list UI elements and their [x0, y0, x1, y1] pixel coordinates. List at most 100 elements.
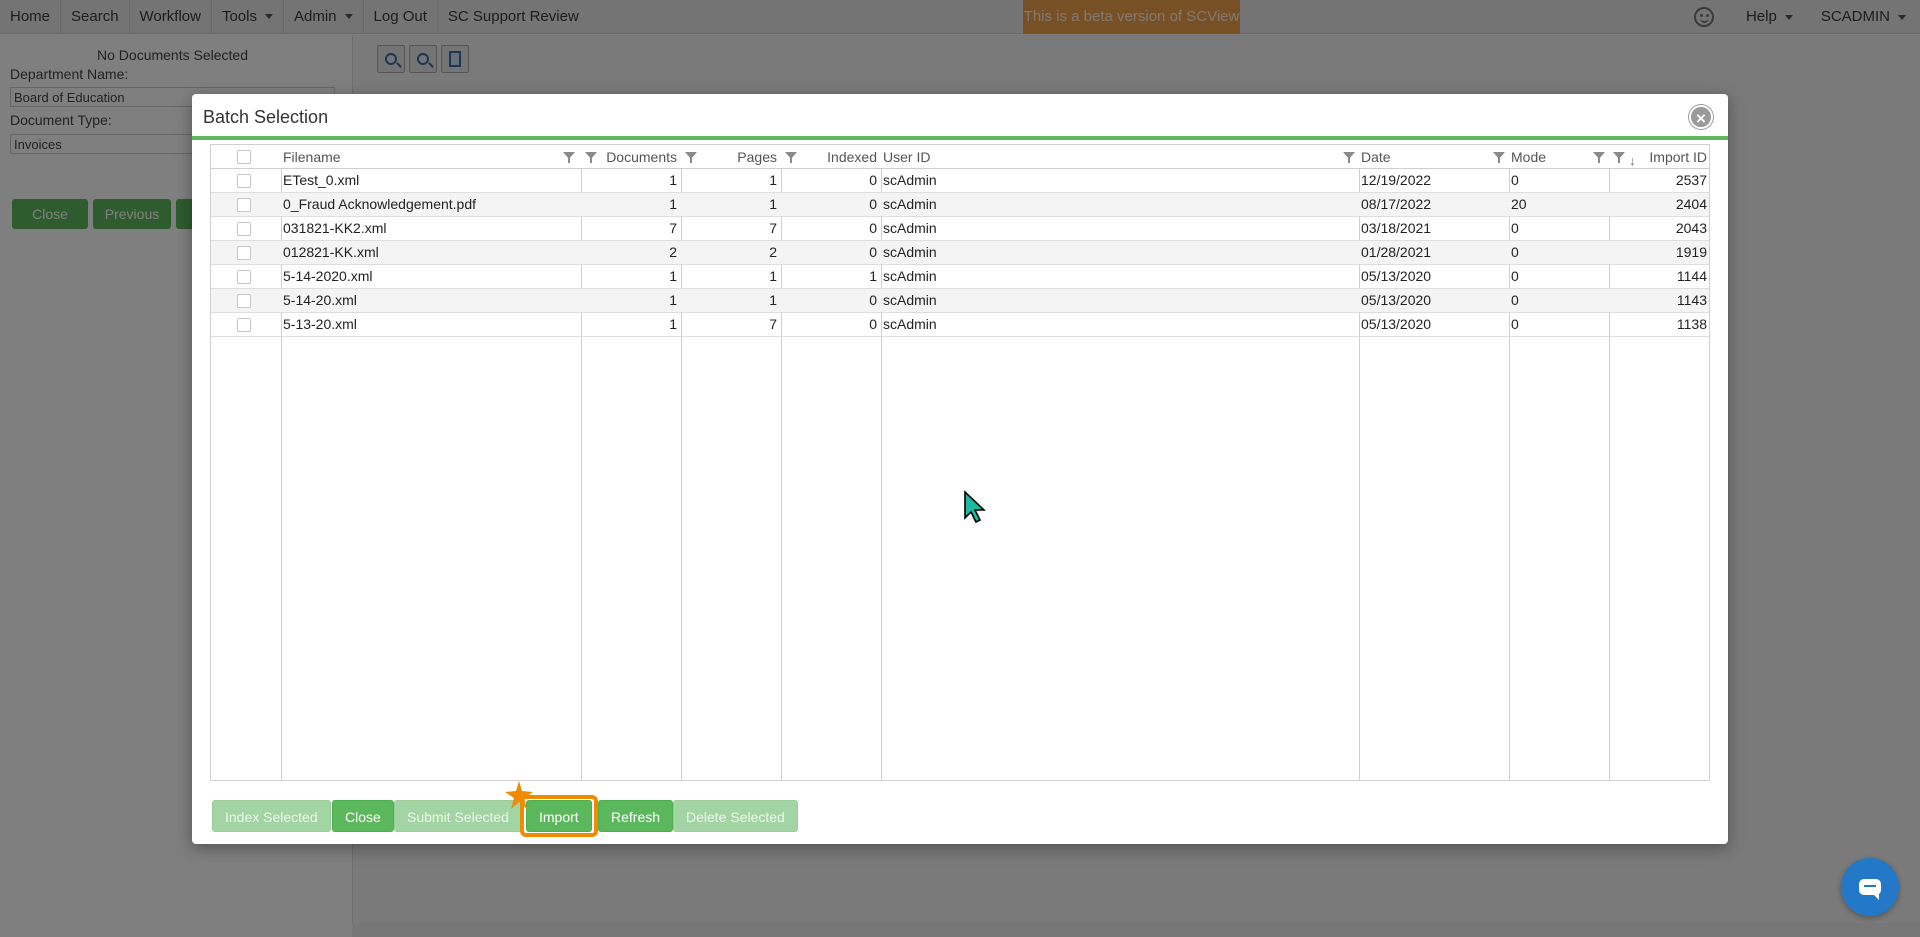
cell-date: 08/17/2022 [1361, 196, 1432, 212]
cell-indexed: 0 [869, 196, 877, 212]
submit-selected-button[interactable]: Submit Selected [394, 800, 522, 832]
table-row[interactable]: 012821-KK.xml 2 2 0 scAdmin 01/28/2021 0 1919 [211, 241, 1709, 265]
table-row[interactable]: ETest_0.xml 1 1 0 scAdmin 12/19/2022 0 2537 [211, 169, 1709, 193]
column-label: Filename [283, 149, 341, 165]
column-header-import-id[interactable]: ↓ Import ID [1609, 145, 1709, 169]
table-row[interactable]: 0_Fraud Acknowledgement.pdf 1 1 0 scAdmin 08/… [211, 193, 1709, 217]
cell-mode: 0 [1511, 268, 1519, 284]
cell-user-id: scAdmin [883, 316, 937, 332]
column-label: Import ID [1649, 149, 1707, 165]
cell-filename: 0_Fraud Acknowledgement.pdf [283, 196, 477, 212]
table-row[interactable]: 5-14-2020.xml 1 1 1 scAdmin 05/13/2020 0 1144 [211, 265, 1709, 289]
mouse-cursor-icon [964, 490, 987, 524]
cell-user-id: scAdmin [883, 268, 937, 284]
cell-date: 03/18/2021 [1361, 220, 1432, 236]
row-checkbox[interactable] [237, 246, 251, 260]
row-checkbox[interactable] [237, 198, 251, 212]
cell-pages: 1 [769, 292, 777, 308]
table-header: Filename Documents Pages Indexed User ID… [211, 145, 1709, 169]
column-label: User ID [883, 149, 931, 165]
cell-indexed: 1 [869, 268, 877, 284]
row-checkbox[interactable] [237, 294, 251, 308]
cell-filename: 012821-KK.xml [283, 244, 379, 260]
row-checkbox[interactable] [237, 174, 251, 188]
cell-user-id: scAdmin [883, 196, 937, 212]
cell-user-id: scAdmin [883, 292, 937, 308]
cell-documents: 1 [669, 196, 677, 212]
cell-user-id: scAdmin [883, 172, 937, 188]
index-selected-button[interactable]: Index Selected [212, 800, 331, 832]
row-checkbox[interactable] [237, 270, 251, 284]
cell-date: 05/13/2020 [1361, 316, 1432, 332]
column-label: Mode [1511, 149, 1547, 165]
filter-icon[interactable] [785, 152, 797, 163]
select-all-checkbox[interactable] [237, 150, 251, 164]
column-header-mode[interactable]: Mode [1509, 145, 1609, 169]
filter-icon[interactable] [1343, 152, 1355, 163]
cell-date: 01/28/2021 [1361, 244, 1432, 260]
column-label: Documents [606, 149, 677, 165]
column-header-pages[interactable]: Pages [681, 145, 781, 169]
close-dialog-button[interactable]: Close [332, 800, 394, 832]
cell-import-id: 1138 [1676, 316, 1707, 332]
cell-pages: 7 [769, 220, 777, 236]
cell-mode: 0 [1511, 292, 1519, 308]
cell-documents: 2 [669, 244, 677, 260]
cell-filename: 5-14-20.xml [283, 292, 357, 308]
chat-widget-button[interactable] [1841, 858, 1899, 916]
table-row[interactable]: 5-13-20.xml 1 7 0 scAdmin 05/13/2020 0 1138 [211, 313, 1709, 337]
cell-import-id: 2404 [1675, 196, 1707, 212]
cell-documents: 1 [669, 316, 677, 332]
cell-filename: 5-14-2020.xml [283, 268, 373, 284]
row-checkbox[interactable] [237, 222, 251, 236]
filter-icon[interactable] [1613, 152, 1625, 163]
column-header-indexed[interactable]: Indexed [781, 145, 881, 169]
cell-mode: 20 [1511, 196, 1527, 212]
close-icon[interactable]: × [1689, 105, 1713, 129]
dialog-title: Batch Selection [203, 107, 329, 127]
cell-pages: 2 [769, 244, 777, 260]
cell-import-id: 1144 [1676, 268, 1707, 284]
cell-import-id: 1143 [1676, 292, 1707, 308]
cell-indexed: 0 [869, 172, 877, 188]
cell-user-id: scAdmin [883, 244, 937, 260]
batch-table: Filename Documents Pages Indexed User ID… [210, 144, 1710, 781]
cell-date: 05/13/2020 [1361, 292, 1432, 308]
filter-icon[interactable] [685, 152, 697, 163]
column-header-documents[interactable]: Documents [581, 145, 681, 169]
cell-indexed: 0 [869, 292, 877, 308]
cell-import-id: 1919 [1675, 244, 1707, 260]
sort-descending-icon[interactable]: ↓ [1629, 149, 1636, 169]
cell-filename: 031821-KK2.xml [283, 220, 387, 236]
cell-pages: 1 [769, 172, 777, 188]
delete-selected-button[interactable]: Delete Selected [673, 800, 798, 832]
column-header-date[interactable]: Date [1359, 145, 1509, 169]
filter-icon[interactable] [1593, 152, 1605, 163]
batch-selection-dialog: Batch Selection × Filename Documents Pag… [192, 94, 1728, 844]
highlight-star-icon [505, 781, 533, 809]
column-header-user-id[interactable]: User ID [881, 145, 1359, 169]
cell-documents: 1 [669, 172, 677, 188]
cell-mode: 0 [1511, 316, 1519, 332]
cell-date: 05/13/2020 [1361, 268, 1432, 284]
filter-icon[interactable] [1493, 152, 1505, 163]
cell-filename: 5-13-20.xml [283, 316, 357, 332]
column-header-filename[interactable]: Filename [281, 145, 581, 169]
column-label: Pages [737, 149, 777, 165]
cell-mode: 0 [1511, 244, 1519, 260]
refresh-button[interactable]: Refresh [598, 800, 674, 832]
cell-import-id: 2537 [1675, 172, 1707, 188]
cell-pages: 1 [769, 268, 777, 284]
filter-icon[interactable] [563, 152, 575, 163]
chat-icon [1859, 879, 1881, 900]
dialog-header: Batch Selection × [192, 94, 1728, 140]
cell-indexed: 0 [869, 316, 877, 332]
table-row[interactable]: 031821-KK2.xml 7 7 0 scAdmin 03/18/2021 0 2043 [211, 217, 1709, 241]
cell-indexed: 0 [869, 244, 877, 260]
cell-pages: 1 [769, 196, 777, 212]
table-row[interactable]: 5-14-20.xml 1 1 0 scAdmin 05/13/2020 0 1143 [211, 289, 1709, 313]
cell-pages: 7 [769, 316, 777, 332]
row-checkbox[interactable] [237, 318, 251, 332]
cell-date: 12/19/2022 [1361, 172, 1432, 188]
filter-icon[interactable] [585, 152, 597, 163]
